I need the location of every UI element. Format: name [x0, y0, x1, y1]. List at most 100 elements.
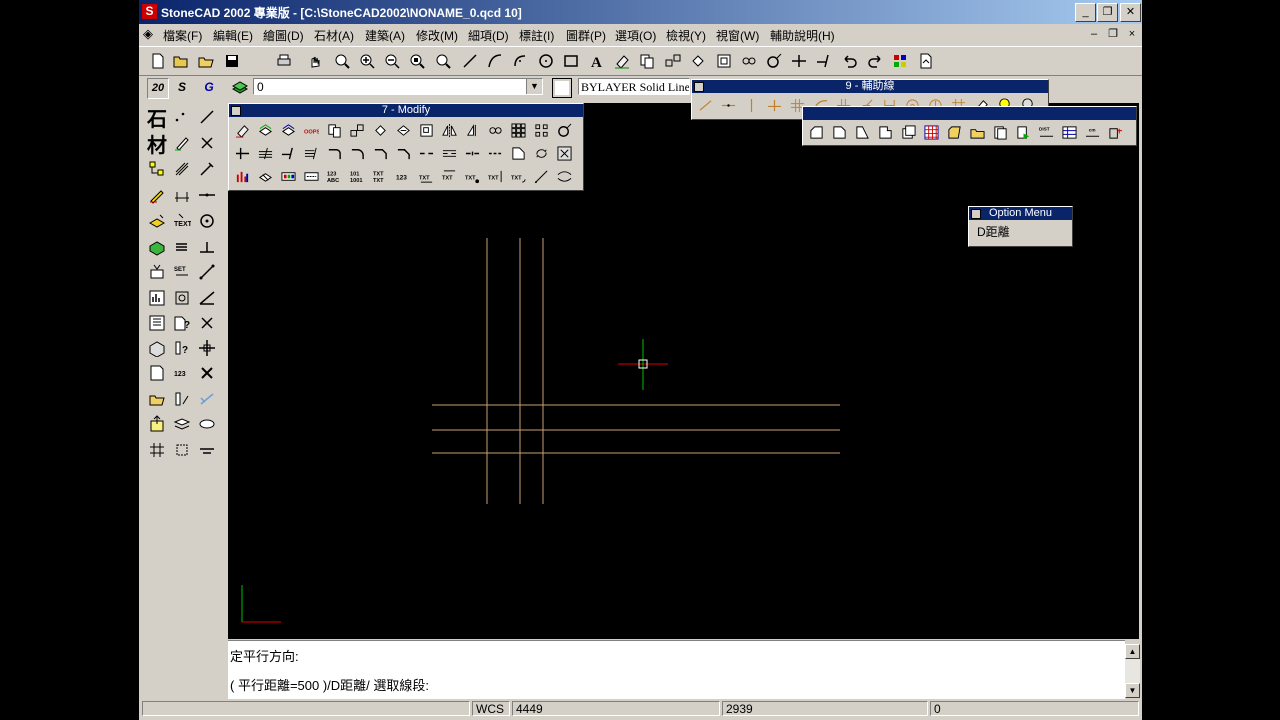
shape-notch-icon[interactable] [874, 121, 896, 143]
menu-view[interactable]: 檢視(Y) [666, 27, 706, 44]
menu-dimension[interactable]: 標註(I) [519, 27, 554, 44]
aux-cross-icon[interactable] [763, 94, 785, 116]
zoom-in-icon[interactable] [356, 50, 378, 72]
scale-tool-icon[interactable] [415, 119, 437, 141]
extend-tool-icon[interactable] [277, 142, 299, 164]
block-tool-icon[interactable] [145, 235, 169, 259]
extend-icon[interactable] [813, 50, 835, 72]
print-icon[interactable] [273, 50, 295, 72]
new-file-icon[interactable] [147, 50, 169, 72]
layer-stack-tool-icon[interactable] [170, 412, 194, 436]
break-icon[interactable] [415, 142, 437, 164]
curve-edit-icon[interactable] [553, 165, 575, 187]
erase-tool-icon[interactable] [231, 119, 253, 141]
number-edit-icon[interactable]: 101 1001 [346, 165, 368, 187]
number-replace-icon[interactable]: 123 [392, 165, 414, 187]
folder-shape-icon[interactable] [966, 121, 988, 143]
stack-erase-icon[interactable] [254, 119, 276, 141]
area-icon[interactable] [1104, 121, 1126, 143]
text-style-icon[interactable]: TXT [461, 165, 483, 187]
menu-draw[interactable]: 繪圖(D) [263, 27, 304, 44]
cross-tool-icon[interactable] [195, 131, 219, 155]
menu-options[interactable]: 選項(O) [615, 27, 656, 44]
open-file-icon[interactable] [170, 50, 192, 72]
zoom-region-icon[interactable] [553, 142, 575, 164]
circle-icon[interactable] [535, 50, 557, 72]
maximize-button[interactable]: ❐ [1097, 3, 1118, 22]
trim-multiple-icon[interactable] [254, 142, 276, 164]
linetype-select[interactable]: BYLAYER Solid Line [578, 78, 690, 95]
aux-vertical-icon[interactable] [740, 94, 762, 116]
pin-tool-icon[interactable] [195, 157, 219, 181]
coord-system-indicator[interactable]: WCS [472, 701, 510, 716]
option-menu-title-bar[interactable]: Option Menu [969, 207, 1072, 220]
crosshair-tool-icon[interactable] [195, 336, 219, 360]
zoom-extents-icon[interactable] [406, 50, 428, 72]
menu-edit[interactable]: 編輯(E) [213, 27, 253, 44]
aux-diagonal-icon[interactable] [694, 94, 716, 116]
layer-change-icon[interactable] [254, 165, 276, 187]
hatch-tool-icon[interactable] [170, 157, 194, 181]
edit-tool-icon[interactable] [145, 183, 169, 207]
frame-tool-icon[interactable] [170, 438, 194, 462]
text-fit-icon[interactable]: TXT [415, 165, 437, 187]
pen-tool-icon[interactable] [170, 131, 194, 155]
redo-icon[interactable] [864, 50, 886, 72]
option-menu-item-distance[interactable]: D距離 [969, 220, 1072, 243]
color-swatch[interactable] [552, 78, 572, 98]
tree-tool-icon[interactable] [145, 157, 169, 181]
menu-help[interactable]: 輔助說明(H) [770, 27, 835, 44]
aux-horizontal-icon[interactable] [717, 94, 739, 116]
grid-pattern-icon[interactable] [920, 121, 942, 143]
zoom-out-icon[interactable] [381, 50, 403, 72]
point-tool-icon[interactable] [170, 105, 194, 129]
scale-icon[interactable] [713, 50, 735, 72]
rotate-copy-icon[interactable] [392, 119, 414, 141]
slope-tool-icon[interactable] [195, 286, 219, 310]
menu-building[interactable]: 建築(A) [365, 27, 405, 44]
numbering-tool-icon[interactable]: 123 [170, 361, 194, 385]
chamfer-distance-icon[interactable] [392, 142, 414, 164]
rotate-tool-icon[interactable] [369, 119, 391, 141]
zoom-window-icon[interactable] [331, 50, 353, 72]
draw-tools-toolbar-title-bar[interactable] [803, 107, 1136, 120]
close-icon[interactable] [971, 209, 981, 219]
offset-circle-icon[interactable] [553, 119, 575, 141]
text-tool-icon[interactable]: TEXT [170, 209, 194, 233]
pan-icon[interactable] [305, 50, 327, 72]
explode-tool-icon[interactable] [195, 387, 219, 411]
erase-icon[interactable] [611, 50, 633, 72]
insert-tool-icon[interactable] [145, 412, 169, 436]
close-icon[interactable] [231, 106, 241, 116]
grid-tool-icon[interactable] [145, 438, 169, 462]
group-tool-icon[interactable] [145, 260, 169, 284]
scissors-tool-icon[interactable] [195, 311, 219, 335]
minimize-button[interactable]: _ [1075, 3, 1096, 22]
modify-toolbar-title-bar[interactable]: 7 - Modify [229, 104, 583, 117]
align-tool-icon[interactable] [195, 438, 219, 462]
text-align-icon[interactable]: TXT [438, 165, 460, 187]
snap-toggle[interactable]: S [172, 78, 192, 97]
copy-icon[interactable] [636, 50, 658, 72]
slab-tool-icon[interactable] [145, 209, 169, 233]
shape-slant-icon[interactable] [851, 121, 873, 143]
undo-icon[interactable] [839, 50, 861, 72]
disk-tool-icon[interactable] [195, 412, 219, 436]
table-icon[interactable] [1058, 121, 1080, 143]
scroll-down-icon[interactable]: ▼ [1125, 683, 1140, 698]
break-multiple-icon[interactable] [438, 142, 460, 164]
oops-icon[interactable]: OOPS [300, 119, 322, 141]
rotate-icon[interactable] [687, 50, 709, 72]
perpendicular-tool-icon[interactable] [195, 235, 219, 259]
mdi-minimize-button[interactable]: – [1086, 27, 1102, 41]
mdi-restore-button[interactable]: ❐ [1105, 27, 1121, 41]
line-tool-icon[interactable] [195, 105, 219, 129]
info-query-tool-icon[interactable]: ? [170, 336, 194, 360]
delete-tool-icon[interactable] [195, 361, 219, 385]
lengthen-icon[interactable] [530, 142, 552, 164]
region-tool-icon[interactable] [170, 286, 194, 310]
chevron-down-icon[interactable]: ▼ [526, 79, 542, 94]
sheet-tool-icon[interactable] [145, 361, 169, 385]
menu-group[interactable]: 圖群(P) [566, 27, 606, 44]
menu-file[interactable]: 檔案(F) [163, 27, 202, 44]
